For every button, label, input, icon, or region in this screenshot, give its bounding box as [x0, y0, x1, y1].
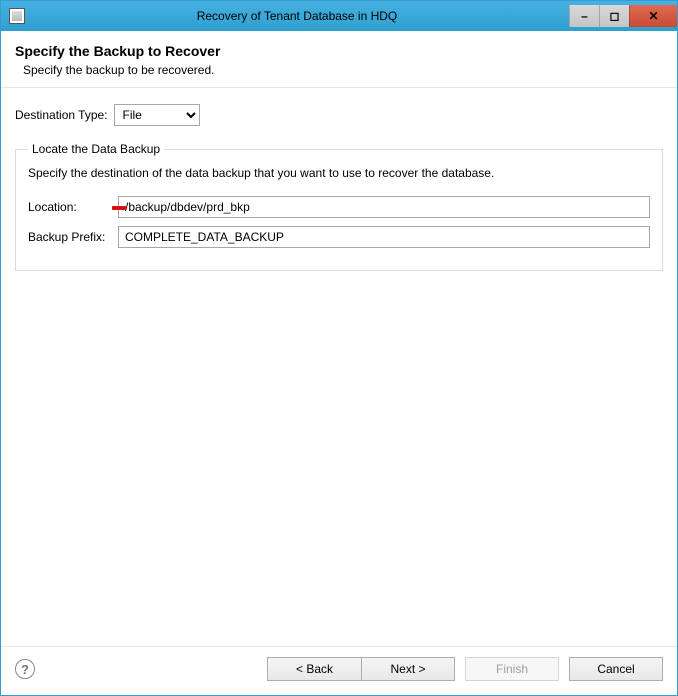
app-icon	[9, 8, 25, 24]
locate-backup-group: Locate the Data Backup Specify the desti…	[15, 142, 663, 271]
back-button[interactable]: < Back	[267, 657, 361, 681]
close-icon: ✕	[648, 9, 658, 23]
cancel-button[interactable]: Cancel	[569, 657, 663, 681]
backup-prefix-input[interactable]	[118, 226, 650, 248]
backup-prefix-row: Backup Prefix:	[28, 226, 650, 248]
minimize-icon: –	[581, 9, 588, 23]
group-legend: Locate the Data Backup	[28, 142, 164, 156]
next-button[interactable]: Next >	[361, 657, 455, 681]
destination-type-label: Destination Type:	[15, 108, 108, 122]
maximize-icon: ◻	[610, 9, 620, 23]
maximize-button[interactable]: ◻	[599, 5, 629, 27]
location-label-text: Location:	[28, 200, 77, 214]
group-description: Specify the destination of the data back…	[28, 166, 650, 180]
dialog-window: Recovery of Tenant Database in HDQ – ◻ ✕…	[0, 0, 678, 696]
wizard-header: Specify the Backup to Recover Specify th…	[1, 31, 677, 88]
page-title: Specify the Backup to Recover	[15, 43, 663, 59]
location-row: Location:	[28, 196, 650, 218]
window-title: Recovery of Tenant Database in HDQ	[25, 9, 569, 23]
finish-button: Finish	[465, 657, 559, 681]
backup-prefix-label: Backup Prefix:	[28, 230, 112, 244]
required-mark-icon	[112, 206, 126, 210]
destination-type-select[interactable]: File	[114, 104, 200, 126]
location-label: Location:	[28, 200, 112, 214]
minimize-button[interactable]: –	[569, 5, 599, 27]
help-button[interactable]: ?	[15, 659, 35, 679]
wizard-footer: ? < Back Next > Finish Cancel	[1, 646, 677, 695]
destination-type-row: Destination Type: File	[15, 104, 663, 126]
page-subtitle: Specify the backup to be recovered.	[23, 63, 663, 77]
window-controls: – ◻ ✕	[569, 5, 677, 27]
nav-button-group: < Back Next >	[267, 657, 455, 681]
titlebar: Recovery of Tenant Database in HDQ – ◻ ✕	[1, 1, 677, 31]
help-icon: ?	[21, 662, 29, 677]
content-area: Destination Type: File Locate the Data B…	[1, 88, 677, 646]
close-button[interactable]: ✕	[629, 5, 677, 27]
location-input[interactable]	[118, 196, 650, 218]
